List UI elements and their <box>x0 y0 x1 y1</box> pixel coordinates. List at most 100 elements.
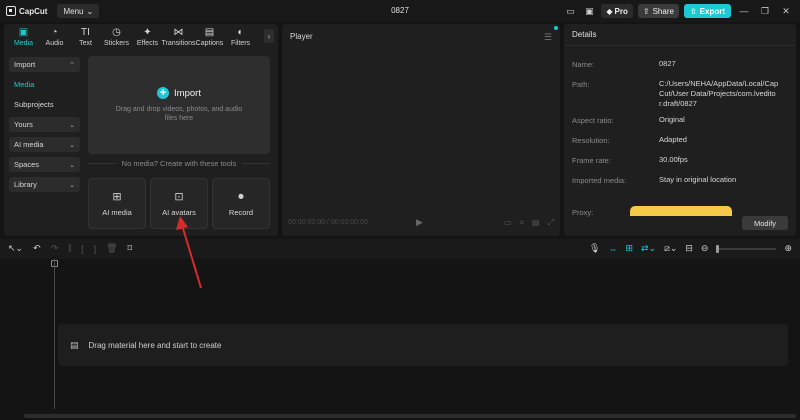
chevron-down-icon: ⌄ <box>69 181 75 189</box>
pro-button[interactable]: ◆ Pro <box>601 4 633 18</box>
ai-avatars-icon: ⊡ <box>174 190 184 203</box>
tab-label: Stickers <box>104 40 129 47</box>
crop-icon[interactable]: ⌗ <box>520 218 525 228</box>
chevron-down-icon: ⌄ <box>69 161 75 169</box>
sidebar-item-label: Subprojects <box>14 100 54 109</box>
horizontal-scrollbar[interactable] <box>24 414 796 418</box>
aspect-ratio-value: Original <box>659 115 685 124</box>
marker-icon[interactable]: ⌑ <box>128 243 133 254</box>
import-dropzone[interactable]: + Import Drag and drop videos, photos, a… <box>88 56 270 154</box>
path-value: C:/Users/NEHA/AppData/Local/CapCut/User … <box>659 79 779 108</box>
zoom-out-icon[interactable]: ⊖ <box>701 243 709 254</box>
import-label: Import <box>174 87 201 99</box>
frame-rate-value: 30.00fps <box>659 155 688 164</box>
close-icon[interactable]: ✕ <box>778 6 794 17</box>
tool-cards: ⊞ AI media ⊡ AI avatars ⏺ Record <box>88 178 270 229</box>
ai-avatars-card[interactable]: ⊡ AI avatars <box>150 178 208 229</box>
trim-right-icon[interactable]: ] <box>94 244 97 254</box>
tab-label: Text <box>79 40 92 47</box>
sidebar-item-library[interactable]: Library ⌄ <box>9 177 80 192</box>
aspect-ratio-label: Aspect ratio: <box>572 116 614 125</box>
diamond-icon: ◆ <box>606 6 613 16</box>
tab-transitions[interactable]: ⋈ Transitions <box>162 24 196 47</box>
preview-axis-icon[interactable]: ⧄⌄ <box>664 243 677 254</box>
name-value: 0827 <box>659 59 676 68</box>
tab-captions[interactable]: ▤ Captions <box>194 24 225 47</box>
split-icon[interactable]: ⫿ <box>68 243 71 254</box>
auto-snap-icon[interactable]: ⇄⌄ <box>641 243 656 254</box>
playhead[interactable] <box>54 259 55 409</box>
imported-media-value: Stay in original location <box>659 175 737 184</box>
chevron-up-icon: ⌃ <box>69 61 75 69</box>
minimize-icon[interactable]: — <box>736 6 752 16</box>
chevron-down-icon: ⌄ <box>86 6 94 16</box>
quality-icon[interactable]: ▤ <box>532 218 540 228</box>
restore-icon[interactable]: ❐ <box>757 6 773 17</box>
timeline: ▤ Drag material here and start to create <box>0 259 800 420</box>
sidebar-item-media[interactable]: Media <box>9 77 80 92</box>
filters-icon: ◐ <box>237 27 244 38</box>
media-icon: ▣ <box>18 27 29 38</box>
share-icon: ⇪ <box>642 6 650 16</box>
sidebar-item-import[interactable]: Import ⌃ <box>9 57 80 72</box>
tab-text[interactable]: TI Text <box>70 24 101 47</box>
chevron-right-icon[interactable]: › <box>264 29 274 43</box>
card-label: AI media <box>102 207 132 217</box>
export-button[interactable]: ⇧ Export <box>683 4 731 18</box>
sidebar-item-label: Yours <box>14 120 33 129</box>
menu-icon[interactable]: ☰ <box>544 32 552 43</box>
export-icon: ⇧ <box>689 6 697 16</box>
select-cursor-icon[interactable]: ↖⌄ <box>8 243 23 254</box>
timeline-dropzone[interactable]: ▤ Drag material here and start to create <box>58 324 788 366</box>
sidebar-item-ai-media[interactable]: AI media ⌄ <box>9 137 80 152</box>
tab-label: Effects <box>136 40 159 47</box>
transitions-icon: ⋈ <box>173 27 184 38</box>
record-card[interactable]: ⏺ Record <box>212 178 270 229</box>
zoom-slider-knob[interactable] <box>716 244 720 253</box>
menu-button[interactable]: Menu ⌄ <box>57 4 100 18</box>
layout-icon[interactable]: ▭ <box>563 5 577 17</box>
tab-filters[interactable]: ◐ Filters <box>225 24 256 47</box>
share-button[interactable]: ⇪ Share <box>637 4 679 18</box>
ai-media-card[interactable]: ⊞ AI media <box>88 178 146 229</box>
share-label: Share <box>652 6 674 16</box>
tab-label: Audio <box>45 40 64 47</box>
text-icon: TI <box>81 27 90 38</box>
app-name: CapCut <box>19 6 48 16</box>
microphone-icon[interactable]: 🎙 <box>589 243 600 254</box>
divider <box>88 163 116 164</box>
sidebar-item-spaces[interactable]: Spaces ⌄ <box>9 157 80 172</box>
menu-label: Menu <box>63 6 84 16</box>
app-logo: CapCut <box>6 6 47 16</box>
magnet-icon[interactable]: ⊞ <box>625 243 633 254</box>
sidebar-item-subprojects[interactable]: Subprojects <box>9 97 80 112</box>
fullscreen-icon[interactable]: ⤢ <box>548 218 554 228</box>
tab-audio[interactable]: ◔ Audio <box>39 24 70 47</box>
details-panel: Details Name: 0827 Path: C:/Users/NEHA/A… <box>564 24 796 236</box>
resolution-value: Adapted <box>659 135 687 144</box>
zoom-in-icon[interactable]: ⊕ <box>784 243 792 254</box>
zoom-slider[interactable] <box>716 244 777 253</box>
redo-icon[interactable]: ↷ <box>51 243 59 254</box>
monitor-icon[interactable]: ▣ <box>582 5 596 17</box>
tab-effects[interactable]: ✦ Effects <box>132 24 163 47</box>
audio-icon: ◔ <box>51 27 58 38</box>
status-dot <box>554 26 558 30</box>
undo-icon[interactable]: ↶ <box>33 243 41 254</box>
modify-button[interactable]: Modify <box>742 216 788 230</box>
trim-left-icon[interactable]: [ <box>81 244 84 254</box>
tab-media[interactable]: ▣ Media <box>8 24 39 47</box>
pro-label: Pro <box>614 6 628 16</box>
tab-label: Filters <box>230 40 251 47</box>
player-title: Player <box>290 32 313 41</box>
delete-icon[interactable]: 🗑 <box>106 243 117 254</box>
tab-stickers[interactable]: ◷ Stickers <box>101 24 132 47</box>
ratio-icon[interactable]: ▭ <box>504 218 512 228</box>
proxy-tooltip-bar <box>630 206 732 216</box>
sidebar-item-yours[interactable]: Yours ⌄ <box>9 117 80 132</box>
card-label: Record <box>228 207 254 217</box>
caption-track-icon[interactable]: ⊟ <box>685 243 693 254</box>
play-icon[interactable]: ▶ <box>416 217 423 228</box>
link-clips-icon[interactable]: ⇔ <box>608 244 617 254</box>
resolution-label: Resolution: <box>572 136 610 145</box>
